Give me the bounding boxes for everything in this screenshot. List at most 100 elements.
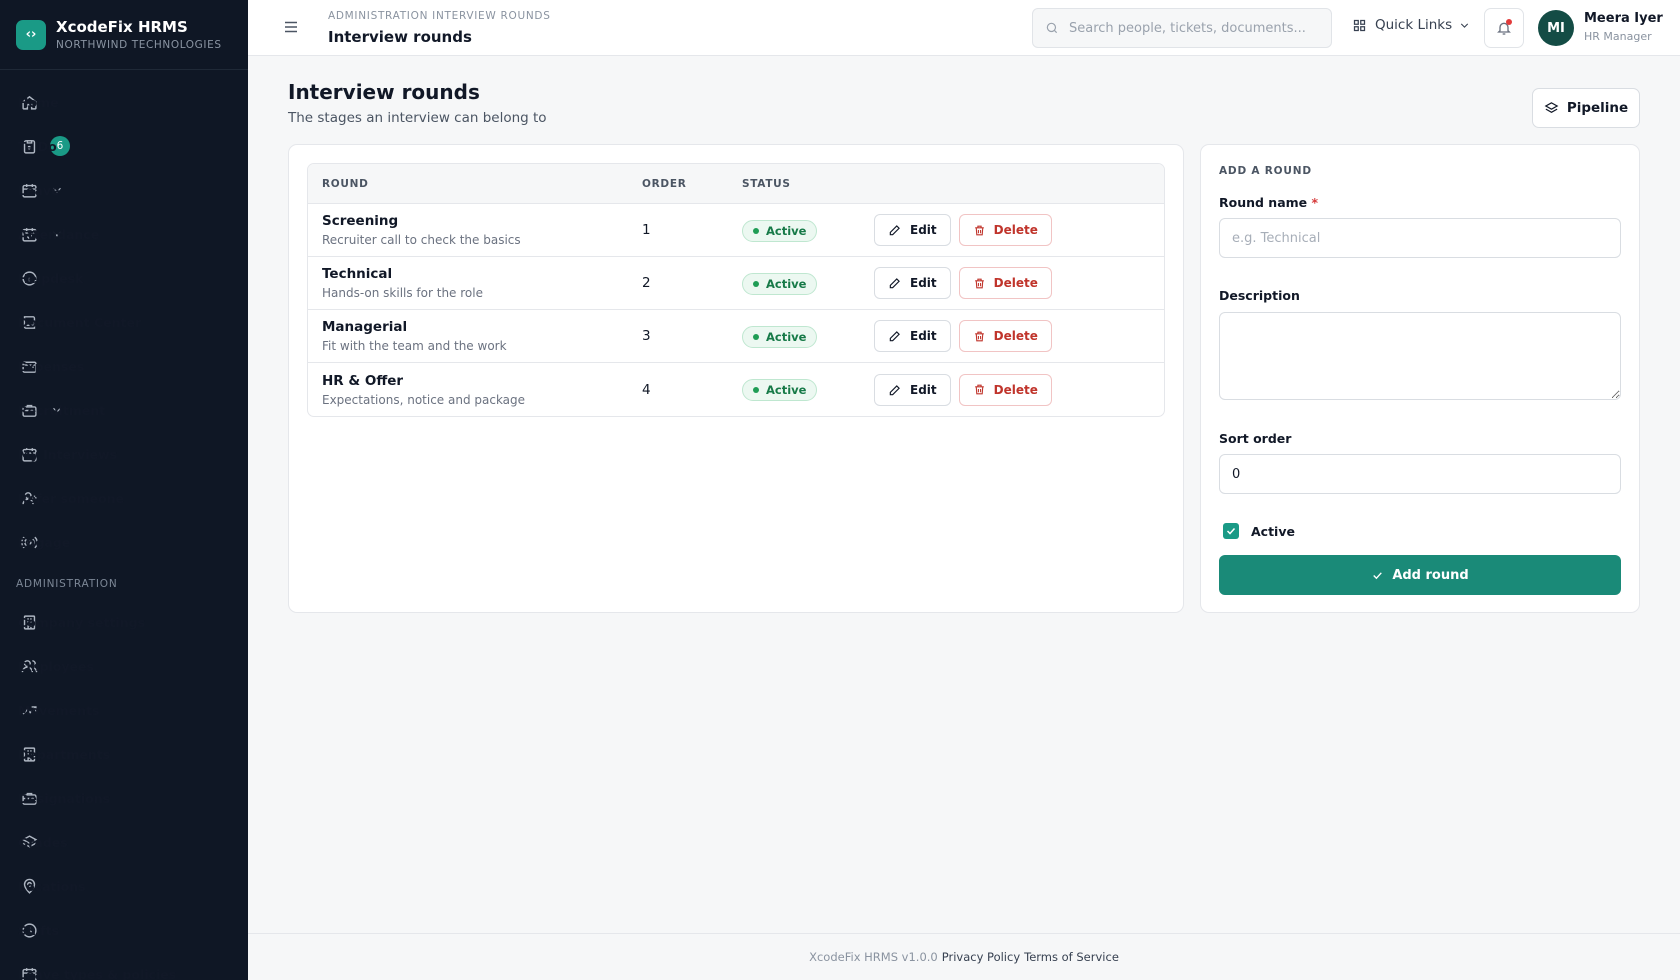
- sidebar-item-label: Leave types & policies: [18, 966, 177, 980]
- sidebar-item-helpdesk[interactable]: Helpdesk: [0, 256, 248, 300]
- sidebar-item-expenses[interactable]: Expenses: [0, 344, 248, 388]
- sidebar-item-movements[interactable]: Movements: [0, 688, 248, 732]
- pencil-icon: [889, 331, 900, 342]
- grid-icon: [1353, 19, 1366, 31]
- description-textarea[interactable]: [1219, 312, 1621, 400]
- round-name: Technical: [322, 266, 393, 282]
- edit-label: Edit: [910, 329, 937, 343]
- sort-order-input[interactable]: [1219, 454, 1621, 494]
- active-checkbox[interactable]: [1223, 523, 1239, 539]
- round-name-input[interactable]: [1219, 218, 1621, 258]
- sidebar-item-document-center[interactable]: Document Center: [0, 300, 248, 344]
- user-name[interactable]: Meera Iyer: [1584, 11, 1663, 26]
- delete-label: Delete: [993, 382, 1038, 397]
- add-round-button[interactable]: Add round: [1219, 555, 1621, 595]
- status-badge: Active: [742, 379, 818, 401]
- sidebar-item-departments[interactable]: Departments: [0, 732, 248, 776]
- round-description: Expectations, notice and package: [322, 392, 526, 407]
- rounds-table: ROUND ORDER STATUS Screening Recruiter c…: [307, 163, 1165, 417]
- footer: XcodeFix HRMS v1.0.0 Privacy Policy Term…: [248, 933, 1680, 980]
- terms-of-service-link[interactable]: Terms of Service: [1024, 950, 1119, 964]
- sidebar-item-todo[interactable]: To Do 6: [0, 124, 248, 168]
- status-label: Active: [766, 329, 807, 344]
- search-icon: [1046, 22, 1058, 34]
- delete-label: Delete: [993, 276, 1038, 290]
- edit-button[interactable]: Edit: [874, 320, 951, 352]
- round-name: HR & Offer: [322, 372, 404, 389]
- required-mark: *: [1311, 195, 1319, 210]
- sidebar-item-designations[interactable]: Designations: [0, 776, 248, 820]
- status-cell: Active: [728, 325, 874, 348]
- sidebar-item-label: Expenses: [18, 358, 85, 374]
- edit-button[interactable]: Edit: [874, 373, 951, 406]
- notifications-button[interactable]: [1484, 8, 1524, 48]
- add-round-label: Add round: [1392, 567, 1469, 583]
- trash-icon: [974, 225, 984, 235]
- privacy-policy-link[interactable]: Privacy Policy: [942, 950, 1020, 964]
- avatar[interactable]: MI: [1538, 10, 1574, 46]
- trash-icon: [974, 331, 984, 341]
- quick-links-button[interactable]: Quick Links: [1352, 17, 1471, 33]
- sidebar-item-grades[interactable]: Grades: [0, 820, 248, 864]
- delete-button[interactable]: Delete: [958, 267, 1052, 299]
- search-input[interactable]: [1069, 20, 1309, 36]
- pencil-icon: [889, 384, 900, 395]
- sidebar-item-refer-someone[interactable]: Refer someone: [0, 476, 248, 520]
- edit-label: Edit: [910, 276, 937, 290]
- status-label: Active: [766, 223, 807, 238]
- round-order: 1: [642, 222, 651, 238]
- sidebar-item-label: To Do: [18, 138, 57, 154]
- notification-dot: [1506, 19, 1512, 25]
- status-dot: [753, 333, 759, 340]
- round-order: 2: [642, 275, 651, 291]
- sidebar-item-leave-types[interactable]: Leave types & policies: [0, 952, 248, 980]
- header-title: Interview rounds: [328, 28, 472, 46]
- edit-button[interactable]: Edit: [874, 214, 951, 246]
- sidebar-item-shifts[interactable]: Shifts: [0, 908, 248, 952]
- sidebar-item-engage[interactable]: Engage: [0, 520, 248, 564]
- sidebar-item-label: My Interviews: [18, 446, 118, 462]
- sidebar-item-recruitment[interactable]: Recruitment: [0, 388, 248, 432]
- round-name: Managerial: [322, 319, 408, 335]
- sidebar-item-my-interviews[interactable]: My Interviews: [0, 432, 248, 476]
- sidebar-item-attendance[interactable]: Attendance: [0, 212, 248, 256]
- round-description: Fit with the team and the work: [322, 339, 507, 353]
- round-cell: Technical Hands-on skills for the role: [308, 266, 628, 300]
- round-cell: HR & Offer Expectations, notice and pack…: [308, 373, 628, 407]
- sidebar-item-label: Grades: [18, 834, 68, 850]
- status-dot: [753, 227, 759, 234]
- delete-button[interactable]: Delete: [958, 214, 1052, 246]
- sidebar-item-label: Locations: [18, 878, 86, 894]
- status-badge: Active: [742, 272, 818, 295]
- layers-icon: [1544, 101, 1559, 113]
- pipeline-button[interactable]: Pipeline: [1532, 88, 1640, 128]
- edit-button[interactable]: Edit: [874, 267, 951, 299]
- round-name-label: Round name *: [1219, 195, 1318, 210]
- sidebar-item-leave[interactable]: Leave: [0, 168, 248, 212]
- delete-button[interactable]: Delete: [958, 373, 1052, 406]
- status-label: Active: [766, 383, 807, 397]
- actions-cell: Edit Delete: [874, 267, 1164, 299]
- status-cell: Active: [728, 219, 874, 242]
- sidebar-item-label: Document Center: [18, 314, 142, 330]
- sidebar-item-label: Employees: [18, 658, 94, 674]
- table-row: Managerial Fit with the team and the wor…: [308, 310, 1164, 363]
- round-name: Screening: [322, 213, 399, 229]
- rounds-table-card: ROUND ORDER STATUS Screening Recruiter c…: [288, 144, 1184, 613]
- sidebar-item-employees[interactable]: Employees: [0, 644, 248, 688]
- status-cell: Active: [728, 272, 874, 295]
- table-row: Screening Recruiter call to check the ba…: [308, 204, 1164, 257]
- menu-icon[interactable]: [282, 18, 300, 36]
- sidebar-item-home[interactable]: Home: [0, 80, 248, 124]
- column-header-order: ORDER: [642, 177, 687, 190]
- sidebar: ‹› XcodeFix HRMS NORTHWIND TECHNOLOGIES …: [0, 0, 248, 980]
- actions-cell: Edit Delete: [874, 373, 1164, 406]
- delete-button[interactable]: Delete: [958, 320, 1052, 352]
- sidebar-item-locations[interactable]: Locations: [0, 864, 248, 908]
- round-name-label-text: Round name: [1219, 195, 1308, 210]
- company-name: NORTHWIND TECHNOLOGIES: [56, 39, 222, 51]
- topbar: ADMINISTRATION INTERVIEW ROUNDS Intervie…: [248, 0, 1680, 56]
- form-heading: ADD A ROUND: [1219, 165, 1312, 177]
- sidebar-item-company-settings[interactable]: Company settings: [0, 600, 248, 644]
- user-role: HR Manager: [1584, 30, 1652, 43]
